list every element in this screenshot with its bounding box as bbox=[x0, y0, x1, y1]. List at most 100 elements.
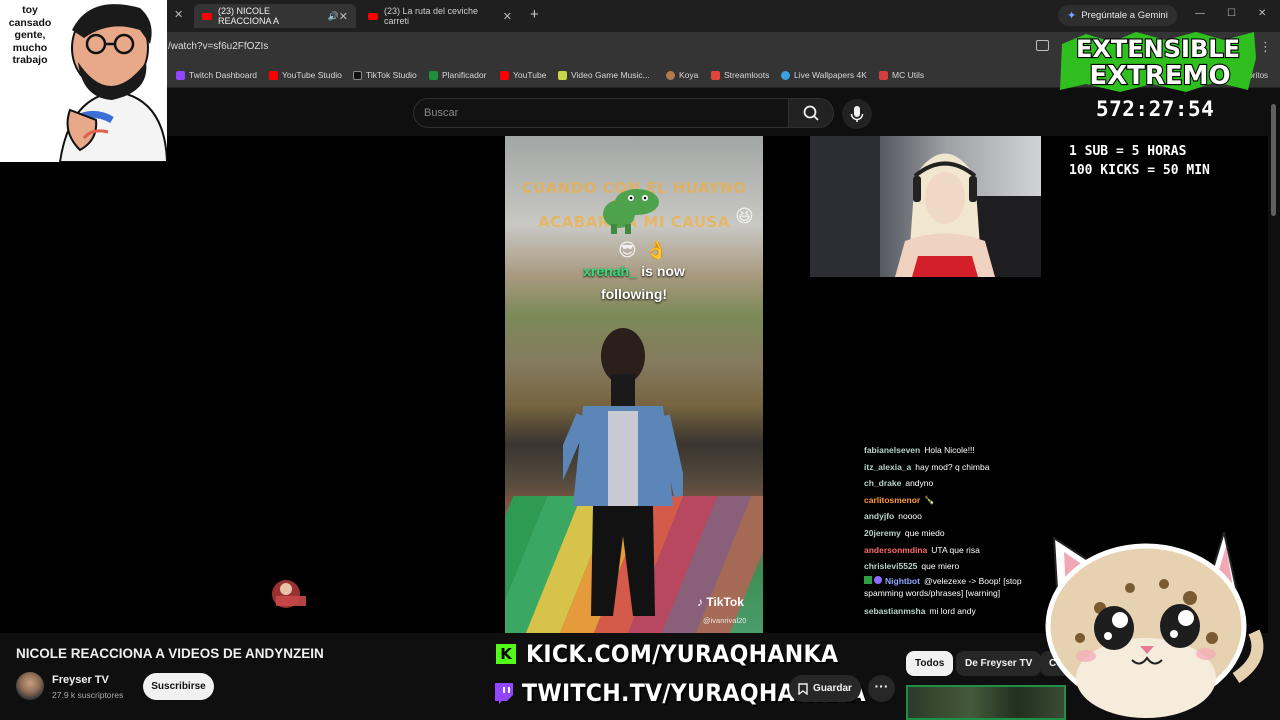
kick-channel-overlay: K KICK.COM/YURAQHANKA bbox=[496, 640, 865, 668]
bookmark-youtube[interactable]: YouTube bbox=[500, 70, 546, 80]
streamloots-icon bbox=[711, 70, 720, 80]
dinosaur-emote-icon bbox=[603, 189, 659, 234]
chat-message: andyjfo noooo bbox=[864, 508, 1034, 525]
ask-gemini-button[interactable]: ✦ Pregúntale a Gemini bbox=[1058, 5, 1177, 26]
chat-text: Hola Nicole!!! bbox=[924, 445, 975, 455]
chat-username: fabianelseven bbox=[864, 445, 921, 455]
streamer-webcam bbox=[810, 136, 1041, 277]
bookmark-koya[interactable]: Koya bbox=[666, 70, 698, 80]
bookmark-icon bbox=[798, 682, 808, 695]
banner-line-2: EXTREMO bbox=[1089, 61, 1230, 91]
follow-text-line-2: following! bbox=[600, 286, 668, 302]
voice-search-button[interactable] bbox=[842, 99, 872, 129]
twitch-icon bbox=[495, 683, 513, 704]
follow-text: is now bbox=[641, 263, 685, 279]
bookmark-label: YouTube bbox=[513, 70, 547, 80]
browser-menu-icon[interactable]: ⋮ bbox=[1259, 39, 1272, 55]
tab-nicole-reacciona[interactable]: (23) NICOLE REACCIONA A 🔊 ✕ bbox=[194, 4, 356, 28]
tiktok-icon bbox=[353, 70, 362, 80]
new-tab-icon[interactable]: + bbox=[530, 6, 539, 23]
tab-title: (23) NICOLE REACCIONA A bbox=[218, 6, 280, 26]
url-field[interactable]: /watch?v=sf6u2FfOZIs bbox=[168, 41, 268, 52]
tiktok-watermark: ♪ TikTok bbox=[697, 595, 744, 609]
channel-name[interactable]: Freyser TV bbox=[52, 674, 109, 686]
sunglasses-emoji-icon: 😎 bbox=[618, 240, 637, 260]
search-button[interactable] bbox=[788, 98, 834, 128]
gemini-sparkle-icon: ✦ bbox=[1067, 10, 1077, 22]
banner-line-1: EXTENSIBLE bbox=[1076, 35, 1240, 63]
bookmark-mc-utils[interactable]: MC Utils bbox=[879, 70, 924, 80]
cat-mascot-sticker bbox=[1045, 531, 1264, 718]
chat-text: que miero bbox=[921, 561, 960, 572]
microphone-icon bbox=[850, 106, 864, 122]
subscribe-button[interactable]: Suscribirse bbox=[143, 673, 214, 700]
bookmark-twitch-dashboard[interactable]: Twitch Dashboard bbox=[176, 70, 257, 80]
music-icon bbox=[558, 70, 567, 80]
chat-username: sebastianmsha bbox=[864, 605, 926, 616]
bookmark-label: Streamloots bbox=[724, 70, 770, 80]
chip-from-channel[interactable]: De Freyser TV bbox=[956, 651, 1042, 676]
chat-text: andyno bbox=[905, 478, 934, 489]
chat-message: andersonmdina UTA que risa bbox=[864, 542, 1034, 559]
bookmark-live-wallpapers[interactable]: Live Wallpapers 4K bbox=[781, 70, 867, 80]
speaker-icon[interactable]: 🔊 bbox=[328, 11, 339, 22]
youtube-favicon-icon bbox=[368, 12, 378, 20]
chat-text: noooo bbox=[898, 511, 922, 522]
tired-man-sticker: toy cansado gente, mucho trabajo bbox=[0, 0, 167, 162]
window-close-icon[interactable]: ✕ bbox=[1258, 8, 1266, 19]
mc-utils-icon bbox=[879, 70, 888, 80]
chat-text: UTA que risa bbox=[931, 544, 980, 555]
chat-text: mi lord andy bbox=[929, 605, 976, 616]
tab-ruta-ceviche[interactable]: (23) La ruta del ceviche carreti ✕ bbox=[360, 4, 520, 28]
twitch-icon bbox=[176, 70, 185, 80]
stream-chat: fabianelseven Hola Nicole!!! itz_alexia_a… bbox=[864, 442, 1034, 619]
tab-close-icon[interactable]: ✕ bbox=[174, 8, 183, 21]
bookmark-label: YouTube Studio bbox=[282, 70, 342, 80]
moderator-badge-icon bbox=[864, 575, 872, 584]
chat-username: Nightbot bbox=[885, 575, 920, 586]
chat-text: 🍾 bbox=[924, 494, 935, 505]
chat-message: itz_alexia_a hay mod? q chimba bbox=[864, 459, 1034, 476]
youtube-icon bbox=[269, 70, 278, 80]
bookmark-label: Live Wallpapers 4K bbox=[794, 70, 867, 80]
search-input[interactable] bbox=[424, 99, 774, 127]
kick-url-text: KICK.COM/YURAQHANKA bbox=[526, 640, 839, 668]
cast-icon[interactable] bbox=[1036, 40, 1049, 51]
more-actions-button[interactable]: ··· bbox=[868, 675, 895, 702]
tab-title: (23) La ruta del ceviche carreti bbox=[384, 6, 479, 26]
bookmark-youtube-studio[interactable]: YouTube Studio bbox=[269, 70, 342, 80]
tab-close-icon[interactable]: ✕ bbox=[339, 10, 348, 23]
chat-username: 20jeremy bbox=[864, 527, 901, 538]
video-title: NICOLE REACCIONA A VIDEOS DE ANDYNZEIN bbox=[16, 646, 324, 661]
bookmark-label: Twitch Dashboard bbox=[189, 70, 258, 80]
ok-hand-emoji-icon: 👌 bbox=[645, 240, 668, 260]
minimize-icon[interactable]: — bbox=[1195, 8, 1205, 19]
maximize-icon[interactable]: ☐ bbox=[1227, 8, 1236, 19]
chat-username: andersonmdina bbox=[864, 544, 928, 555]
chat-message: chrislevi5525 que miero bbox=[864, 558, 1034, 575]
subathon-rules: 1 SUB = 5 HORAS 100 KICKS = 50 MIN bbox=[1069, 144, 1210, 178]
extensible-extremo-banner: EXTENSIBLE EXTREMO bbox=[1060, 32, 1256, 92]
chat-text: hay mod? q chimba bbox=[915, 461, 990, 472]
chat-username: chrislevi5525 bbox=[864, 561, 918, 572]
follow-alert: xrenah_ is now bbox=[505, 263, 763, 281]
youtube-favicon-icon bbox=[202, 12, 212, 20]
browser-tab-bar: ✕ (23) NICOLE REACCIONA A 🔊 ✕ (23) La ru… bbox=[0, 0, 1280, 32]
chip-all[interactable]: Todos bbox=[906, 651, 954, 676]
subscriber-count: 27.9 k suscriptores bbox=[52, 690, 124, 700]
follow-username: xrenah_ bbox=[583, 263, 637, 279]
bookmark-label: MC Utils bbox=[892, 70, 925, 80]
chat-message: fabianelseven Hola Nicole!!! bbox=[864, 442, 1034, 459]
bookmark-tiktok-studio[interactable]: TikTok Studio bbox=[353, 70, 417, 80]
bookmark-streamloots[interactable]: Streamloots bbox=[711, 70, 769, 80]
page-scrollbar[interactable] bbox=[1271, 104, 1276, 216]
save-button[interactable]: Guardar bbox=[789, 675, 861, 702]
search-icon bbox=[803, 105, 819, 121]
bookmark-planificador[interactable]: Planificador bbox=[429, 70, 486, 80]
channel-avatar[interactable] bbox=[16, 672, 44, 700]
bookmark-label: Koya bbox=[679, 70, 699, 80]
dancing-person bbox=[563, 328, 683, 616]
tab-close-icon[interactable]: ✕ bbox=[503, 10, 512, 23]
bot-badge-icon bbox=[874, 575, 882, 584]
bookmark-video-game-music[interactable]: Video Game Music... bbox=[558, 70, 650, 80]
